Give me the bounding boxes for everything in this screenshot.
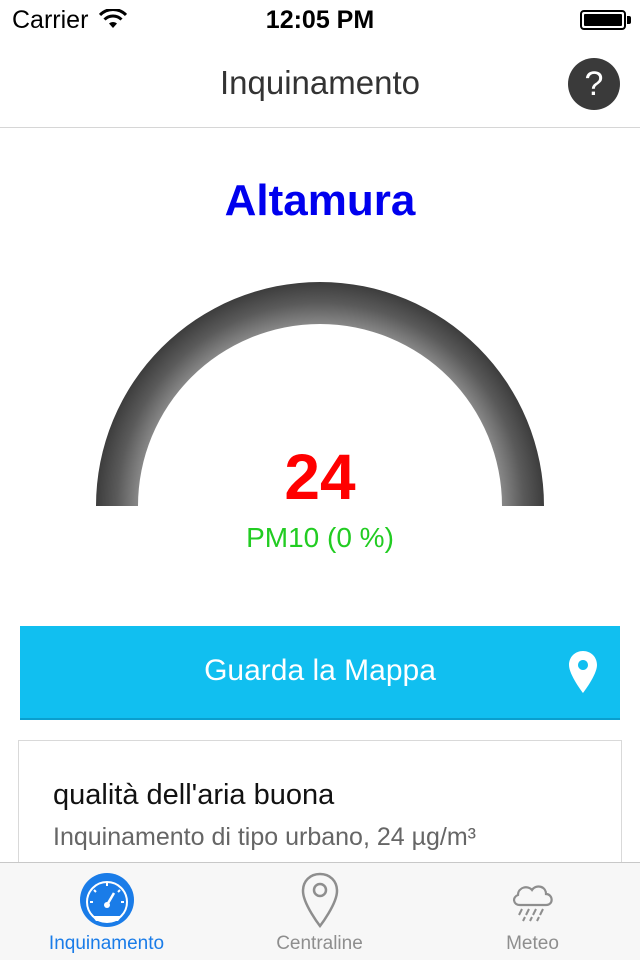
location-pin-icon [569, 651, 597, 693]
clock: 12:05 PM [265, 6, 375, 34]
location-pin-icon [301, 872, 338, 929]
rain-cloud-icon [512, 885, 553, 922]
navigation-bar: Inquinamento ? [0, 40, 640, 128]
view-map-button[interactable]: Guarda la Mappa [20, 626, 620, 720]
tab-bar: Inquinamento Centraline Meteo [0, 862, 640, 960]
tab-inquinamento[interactable]: Inquinamento [0, 863, 213, 961]
air-quality-title: qualità dell'aria buona [53, 779, 335, 811]
air-quality-subtitle: Inquinamento di tipo urbano, 24 µg/m³ [53, 823, 476, 851]
status-bar: Carrier 12:05 PM [0, 0, 640, 40]
speedometer-icon [79, 873, 134, 927]
battery-tip [627, 16, 631, 24]
city-name: Altamura [224, 176, 416, 225]
battery-icon [580, 10, 626, 30]
tab-meteo[interactable]: Meteo [426, 863, 639, 961]
tab-centraline[interactable]: Centraline [213, 863, 426, 961]
page-title: Inquinamento [220, 64, 420, 101]
help-button[interactable]: ? [568, 58, 620, 110]
pollution-value: 24 [284, 441, 356, 513]
view-map-label: Guarda la Mappa [204, 654, 436, 687]
tab-label: Centraline [276, 933, 363, 954]
pollutant-label: PM10 (0 %) [246, 522, 394, 553]
tab-label: Meteo [506, 933, 559, 954]
tab-label: Inquinamento [48, 933, 165, 954]
